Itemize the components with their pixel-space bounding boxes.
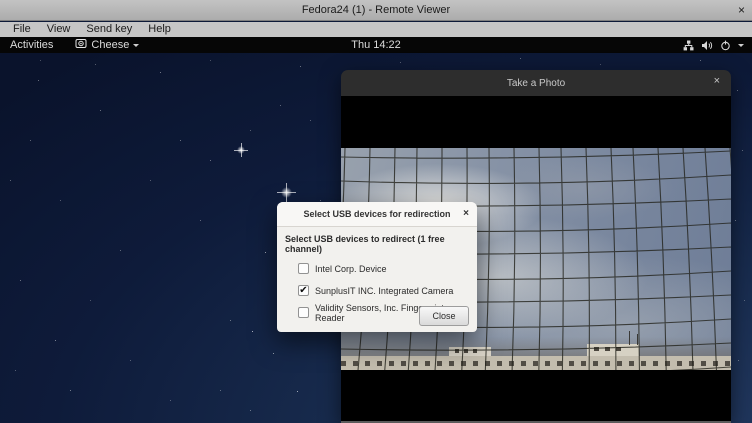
checkbox[interactable] — [298, 307, 309, 318]
volume-icon — [701, 40, 713, 51]
dialog-heading: Select USB devices to redirect (1 free c… — [285, 234, 469, 254]
bright-star — [281, 187, 292, 198]
device-label: SunplusIT INC. Integrated Camera — [315, 286, 453, 296]
menu-file[interactable]: File — [8, 22, 36, 37]
chevron-down-icon — [133, 44, 139, 50]
vm-top-bar: Activities Cheese Thu 14:22 — [0, 37, 752, 53]
device-label: Intel Corp. Device — [315, 264, 387, 274]
close-icon[interactable]: × — [463, 208, 469, 219]
clock[interactable]: Thu 14:22 — [351, 37, 401, 53]
network-icon — [683, 40, 694, 51]
checkbox[interactable] — [298, 263, 309, 274]
starfield — [0, 53, 1, 54]
photo-window-titlebar[interactable]: Take a Photo × — [341, 70, 731, 96]
system-status-area[interactable] — [683, 37, 744, 53]
close-icon[interactable]: × — [738, 1, 745, 20]
device-row-sunplusit-camera[interactable]: ✔ SunplusIT INC. Integrated Camera — [298, 284, 469, 297]
close-button[interactable]: Close — [419, 306, 469, 326]
chevron-down-icon — [738, 44, 744, 50]
bright-star — [237, 146, 245, 154]
checkbox-checked[interactable]: ✔ — [298, 285, 309, 296]
dialog-title: Select USB devices for redirection — [303, 209, 450, 219]
cheese-app-icon — [75, 38, 87, 53]
window-title: Fedora24 (1) - Remote Viewer — [302, 4, 450, 16]
usb-redirect-dialog: Select USB devices for redirection × Sel… — [277, 202, 477, 332]
menu-help[interactable]: Help — [143, 22, 176, 37]
menu-bar: File View Send key Help — [0, 22, 752, 37]
menu-view[interactable]: View — [42, 22, 76, 37]
close-icon[interactable]: × — [714, 75, 720, 87]
power-icon — [720, 40, 731, 51]
activities-button[interactable]: Activities — [10, 37, 53, 53]
dialog-titlebar[interactable]: Select USB devices for redirection × — [277, 202, 477, 227]
remote-viewer-titlebar: Fedora24 (1) - Remote Viewer × — [0, 0, 752, 21]
device-row-intel[interactable]: Intel Corp. Device — [298, 262, 469, 275]
menu-send-key[interactable]: Send key — [81, 22, 137, 37]
photo-window-title: Take a Photo — [507, 78, 565, 89]
app-menu-cheese[interactable]: Cheese — [75, 38, 139, 53]
app-menu-label: Cheese — [91, 39, 129, 51]
